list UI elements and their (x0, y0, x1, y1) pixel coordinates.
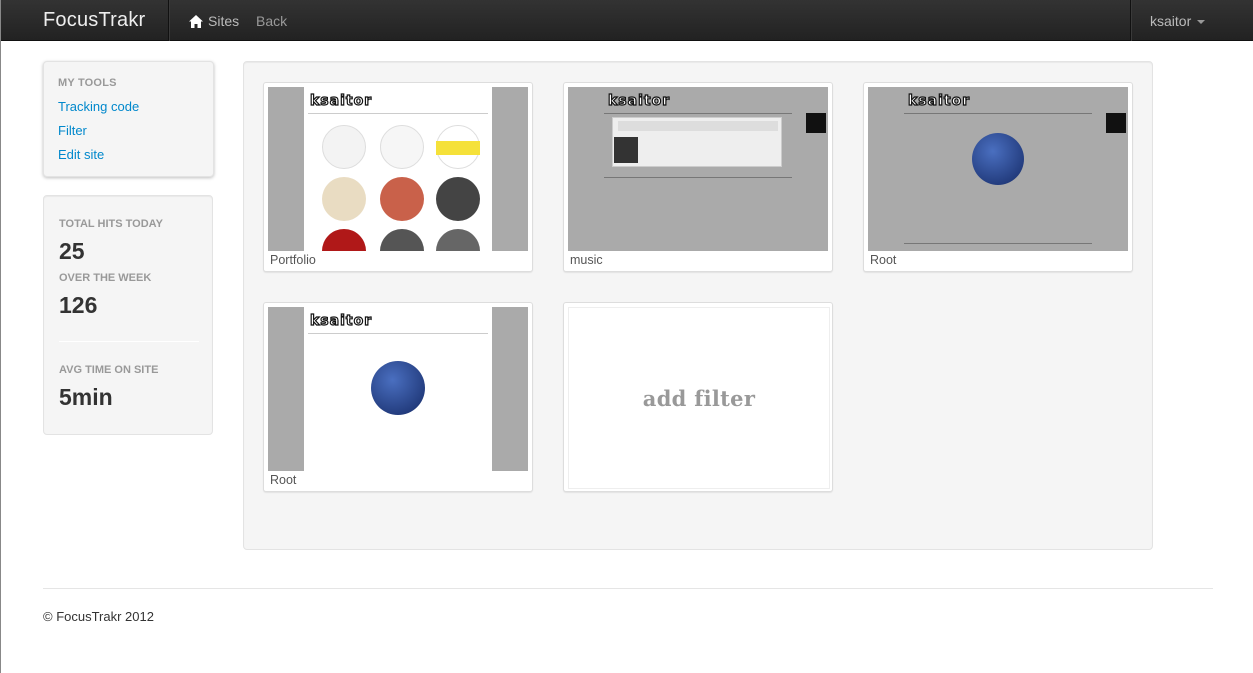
site-logo: ksaitor (607, 92, 671, 109)
caret-down-icon (1197, 19, 1206, 24)
site-screenshot: ksaitor (268, 87, 528, 251)
home-icon (189, 14, 203, 28)
stats-panel: TOTAL HITS TODAY 25 OVER THE WEEK 126 AV… (43, 195, 213, 435)
site-logo: ksaitor (309, 92, 373, 109)
footer-divider (43, 588, 1213, 589)
avg-time-label: AVG TIME ON SITE (59, 364, 159, 376)
nav-sites-link[interactable]: Sites (189, 13, 239, 29)
add-filter-card[interactable]: add filter (563, 302, 833, 492)
site-thumbnail-root[interactable]: ksaitor Root (863, 82, 1133, 272)
site-logo: ksaitor (907, 92, 971, 109)
site-screenshot: ksaitor (868, 87, 1128, 251)
site-caption: Root (870, 253, 897, 267)
site-thumbnail-music[interactable]: ksaitor music (563, 82, 833, 272)
brand-logo[interactable]: FocusTrakr (43, 9, 145, 32)
site-thumbnail-portfolio[interactable]: ksaitor Portfolio (263, 82, 533, 272)
nav-back-link[interactable]: Back (256, 13, 287, 29)
nav-divider (168, 0, 169, 41)
footer-copyright: © FocusTrakr 2012 (43, 609, 154, 624)
user-name: ksaitor (1150, 13, 1192, 29)
site-caption: music (570, 253, 603, 267)
avg-time-value: 5min (59, 384, 113, 410)
site-thumbnail-root[interactable]: ksaitor Root (263, 302, 533, 492)
hits-today-value: 25 (59, 238, 85, 264)
site-screenshot: ksaitor (568, 87, 828, 251)
site-caption: Portfolio (270, 253, 316, 267)
top-navbar: FocusTrakr Sites Back ksaitor (1, 0, 1253, 41)
site-logo: ksaitor (309, 312, 373, 329)
week-value: 126 (59, 292, 98, 318)
sites-grid: ksaitor Portfolio ksaitor music ksaitor … (243, 61, 1153, 550)
site-screenshot: ksaitor (268, 307, 528, 471)
tools-panel: MY TOOLS Tracking code Filter Edit site (43, 61, 214, 177)
tools-header: MY TOOLS (58, 77, 117, 89)
week-label: OVER THE WEEK (59, 272, 152, 284)
divider (59, 341, 199, 342)
filter-link[interactable]: Filter (58, 123, 87, 138)
nav-sites-label: Sites (208, 13, 240, 29)
hits-today-label: TOTAL HITS TODAY (59, 218, 163, 230)
tracking-code-link[interactable]: Tracking code (58, 99, 139, 114)
add-filter-label: add filter (568, 307, 830, 489)
user-dropdown[interactable]: ksaitor (1150, 13, 1206, 29)
edit-site-link[interactable]: Edit site (58, 147, 104, 162)
nav-divider (1130, 0, 1131, 41)
site-caption: Root (270, 473, 297, 487)
